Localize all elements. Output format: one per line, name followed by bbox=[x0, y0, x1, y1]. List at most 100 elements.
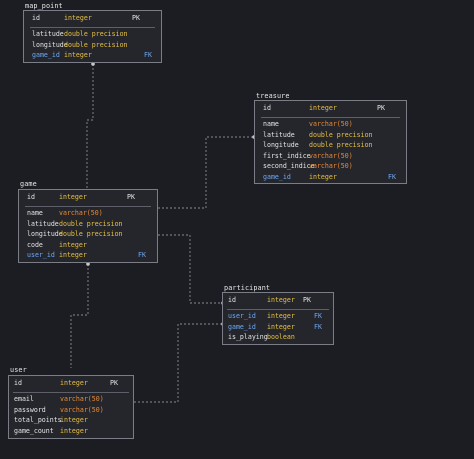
column-name: total_points bbox=[14, 416, 62, 424]
column-type: integer bbox=[59, 193, 87, 201]
table-row[interactable]: longitude double precision bbox=[19, 229, 157, 240]
column-name: longitude bbox=[27, 230, 63, 238]
column-type: varchar(50) bbox=[60, 395, 104, 403]
foreign-key-badge: FK bbox=[314, 322, 322, 331]
column-name: id bbox=[263, 104, 271, 112]
column-name: latitude bbox=[32, 30, 64, 38]
table-map-point[interactable]: id integer PK latitude double precision … bbox=[23, 10, 162, 63]
foreign-key-badge: FK bbox=[138, 251, 146, 259]
column-name: longitude bbox=[32, 40, 68, 49]
primary-key-badge: PK bbox=[303, 296, 311, 304]
table-row[interactable]: second_indice varchar(50) bbox=[255, 161, 406, 172]
table-row[interactable]: id integer PK bbox=[223, 295, 333, 306]
column-name: email bbox=[14, 395, 34, 403]
column-type: integer bbox=[60, 379, 88, 387]
table-row[interactable]: first_indice varchar(50) bbox=[255, 151, 406, 162]
column-name: name bbox=[27, 209, 43, 217]
table-row[interactable]: game_id integer FK bbox=[24, 50, 161, 61]
column-type: boolean bbox=[267, 333, 295, 341]
column-name: longitude bbox=[263, 141, 299, 149]
column-type: varchar(50) bbox=[309, 162, 353, 170]
column-name: latitude bbox=[27, 219, 59, 228]
column-type: integer bbox=[267, 296, 295, 304]
column-type: double precision bbox=[59, 219, 123, 228]
table-row[interactable]: email varchar(50) bbox=[9, 394, 133, 405]
connector-participant-user bbox=[134, 323, 223, 403]
column-name: second_indice bbox=[263, 162, 315, 170]
column-type: varchar(50) bbox=[60, 405, 104, 414]
column-name: game_id bbox=[263, 172, 291, 181]
table-row[interactable]: latitude double precision bbox=[24, 29, 161, 40]
column-type: double precision bbox=[64, 40, 128, 49]
table-treasure[interactable]: id integer PK name varchar(50) latitude … bbox=[254, 100, 407, 184]
table-row[interactable]: id integer PK bbox=[255, 103, 406, 114]
column-name: name bbox=[263, 120, 279, 128]
table-row[interactable]: latitude double precision bbox=[19, 219, 157, 230]
column-name: user_id bbox=[228, 312, 256, 320]
table-row[interactable]: longitude double precision bbox=[24, 40, 161, 51]
table-row[interactable]: name varchar(50) bbox=[19, 208, 157, 219]
foreign-key-badge: FK bbox=[314, 312, 322, 320]
connector-map-point-game bbox=[86, 64, 94, 190]
table-row[interactable]: code integer bbox=[19, 240, 157, 251]
primary-key-badge: PK bbox=[127, 193, 135, 201]
column-name: user_id bbox=[27, 251, 55, 259]
table-user[interactable]: id integer PK email varchar(50) password… bbox=[8, 375, 134, 439]
table-row[interactable]: is_playing boolean bbox=[223, 332, 333, 343]
column-type: varchar(50) bbox=[59, 209, 103, 217]
table-row[interactable]: game_id integer FK bbox=[223, 322, 333, 333]
column-type: varchar(50) bbox=[309, 120, 353, 128]
table-row[interactable]: total_points integer bbox=[9, 415, 133, 426]
table-row[interactable]: game_id integer FK bbox=[255, 172, 406, 183]
table-row[interactable]: user_id integer FK bbox=[223, 311, 333, 322]
divider bbox=[261, 117, 400, 118]
table-row[interactable]: longitude double precision bbox=[255, 140, 406, 151]
column-type: double precision bbox=[64, 30, 128, 38]
table-title-user: user bbox=[10, 366, 27, 374]
foreign-key-badge: FK bbox=[388, 172, 396, 181]
column-type: integer bbox=[64, 14, 92, 22]
column-type: integer bbox=[309, 172, 337, 181]
table-row[interactable]: id integer PK bbox=[19, 192, 157, 203]
column-type: integer bbox=[60, 426, 88, 435]
divider bbox=[227, 309, 329, 310]
column-type: integer bbox=[309, 104, 337, 112]
column-type: integer bbox=[59, 240, 87, 249]
table-row[interactable]: id integer PK bbox=[24, 13, 161, 24]
table-participant[interactable]: id integer PK user_id integer FK game_id… bbox=[222, 292, 334, 345]
column-type: integer bbox=[60, 416, 88, 424]
column-name: password bbox=[14, 405, 46, 414]
table-row[interactable]: name varchar(50) bbox=[255, 119, 406, 130]
connector-game-user bbox=[70, 264, 89, 368]
column-type: double precision bbox=[59, 230, 123, 238]
table-row[interactable]: latitude double precision bbox=[255, 130, 406, 141]
table-row[interactable]: user_id integer FK bbox=[19, 250, 157, 261]
foreign-key-badge: FK bbox=[144, 51, 152, 59]
column-name: is_playing bbox=[228, 333, 268, 341]
column-name: id bbox=[228, 296, 236, 304]
column-type: integer bbox=[59, 251, 87, 259]
column-type: integer bbox=[267, 322, 295, 331]
primary-key-badge: PK bbox=[377, 104, 385, 112]
divider bbox=[13, 392, 129, 393]
column-type: double precision bbox=[309, 130, 373, 139]
table-title-participant: participant bbox=[224, 284, 271, 292]
primary-key-badge: PK bbox=[132, 14, 140, 22]
primary-key-badge: PK bbox=[110, 379, 118, 387]
table-row[interactable]: game_count integer bbox=[9, 426, 133, 437]
column-type: double precision bbox=[309, 141, 373, 149]
table-row[interactable]: password varchar(50) bbox=[9, 405, 133, 416]
column-name: first_indice bbox=[263, 151, 311, 160]
connector-participant-game bbox=[158, 234, 223, 304]
table-title-game: game bbox=[20, 180, 37, 188]
table-title-treasure: treasure bbox=[256, 92, 290, 100]
table-title-map-point: map_point bbox=[25, 2, 63, 10]
table-game[interactable]: id integer PK name varchar(50) latitude … bbox=[18, 189, 158, 263]
column-name: id bbox=[32, 14, 40, 22]
column-type: integer bbox=[267, 312, 295, 320]
column-name: id bbox=[27, 193, 35, 201]
column-name: game_id bbox=[228, 322, 256, 331]
table-row[interactable]: id integer PK bbox=[9, 378, 133, 389]
column-name: latitude bbox=[263, 130, 295, 139]
column-name: game_id bbox=[32, 51, 60, 59]
